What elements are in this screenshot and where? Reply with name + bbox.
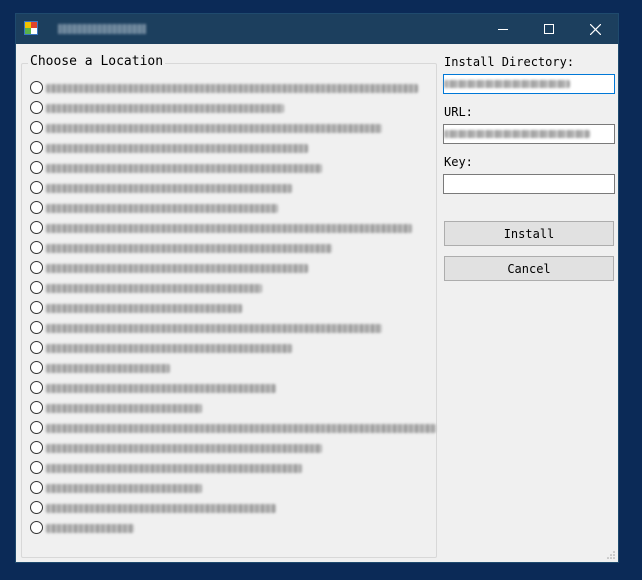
location-option-label (46, 504, 276, 513)
location-option-label (46, 344, 292, 353)
maximize-button[interactable] (526, 14, 572, 44)
location-option[interactable] (30, 318, 440, 338)
maximize-icon (544, 24, 554, 34)
install-button[interactable]: Install (444, 221, 614, 246)
radio-button-icon[interactable] (30, 141, 43, 154)
radio-button-icon[interactable] (30, 501, 43, 514)
location-option[interactable] (30, 338, 440, 358)
location-option-label (46, 124, 382, 133)
radio-button-icon[interactable] (30, 381, 43, 394)
radio-button-icon[interactable] (30, 121, 43, 134)
location-option-label (46, 244, 332, 253)
location-option[interactable] (30, 258, 440, 278)
location-option[interactable] (30, 418, 440, 438)
location-option-label (46, 224, 412, 233)
key-field[interactable] (443, 174, 615, 194)
radio-button-icon[interactable] (30, 221, 43, 234)
location-option[interactable] (30, 498, 440, 518)
key-label: Key: (444, 155, 473, 169)
radio-button-icon[interactable] (30, 481, 43, 494)
location-option[interactable] (30, 158, 440, 178)
radio-button-icon[interactable] (30, 361, 43, 374)
radio-button-icon[interactable] (30, 421, 43, 434)
location-option-label (46, 524, 134, 533)
location-option[interactable] (30, 198, 440, 218)
radio-button-icon[interactable] (30, 81, 43, 94)
location-option-label (46, 324, 382, 333)
location-option[interactable] (30, 218, 440, 238)
minimize-button[interactable] (480, 14, 526, 44)
location-option-label (46, 464, 302, 473)
location-option-label (46, 84, 418, 93)
resize-grip-icon[interactable] (607, 551, 615, 559)
location-option-label (46, 164, 322, 173)
radio-button-icon[interactable] (30, 241, 43, 254)
location-option[interactable] (30, 138, 440, 158)
location-option[interactable] (30, 238, 440, 258)
location-option[interactable] (30, 78, 440, 98)
location-option[interactable] (30, 378, 440, 398)
location-option[interactable] (30, 98, 440, 118)
location-option[interactable] (30, 118, 440, 138)
window-title (58, 24, 146, 34)
location-option-label (46, 204, 278, 213)
radio-button-icon[interactable] (30, 101, 43, 114)
url-value-redacted (444, 130, 590, 138)
radio-button-icon[interactable] (30, 461, 43, 474)
location-option-label (46, 104, 284, 113)
close-icon (589, 23, 601, 35)
location-option[interactable] (30, 478, 440, 498)
close-button[interactable] (572, 14, 618, 44)
radio-button-icon[interactable] (30, 281, 43, 294)
location-option[interactable] (30, 438, 440, 458)
installer-window: Choose a Location Install Directory: URL… (15, 13, 619, 563)
location-option[interactable] (30, 178, 440, 198)
install-directory-label: Install Directory: (444, 55, 575, 69)
location-option-label (46, 144, 308, 153)
location-option-label (46, 364, 170, 373)
location-option[interactable] (30, 518, 440, 538)
url-label: URL: (444, 105, 473, 119)
radio-button-icon[interactable] (30, 261, 43, 274)
app-icon (24, 21, 38, 35)
location-option-label (46, 424, 436, 433)
cancel-button[interactable]: Cancel (444, 256, 614, 281)
radio-button-icon[interactable] (30, 161, 43, 174)
location-option[interactable] (30, 398, 440, 418)
radio-button-icon[interactable] (30, 321, 43, 334)
location-option-label (46, 484, 202, 493)
location-option[interactable] (30, 278, 440, 298)
radio-button-icon[interactable] (30, 401, 43, 414)
location-option[interactable] (30, 298, 440, 318)
radio-button-icon[interactable] (30, 521, 43, 534)
radio-button-icon[interactable] (30, 301, 43, 314)
location-option-label (46, 384, 276, 393)
radio-button-icon[interactable] (30, 441, 43, 454)
location-option-label (46, 444, 322, 453)
location-option-label (46, 184, 292, 193)
location-option[interactable] (30, 358, 440, 378)
location-option-label (46, 404, 202, 413)
radio-button-icon[interactable] (30, 181, 43, 194)
radio-button-icon[interactable] (30, 201, 43, 214)
location-option[interactable] (30, 458, 440, 478)
title-bar[interactable] (16, 14, 618, 44)
location-option-label (46, 264, 308, 273)
radio-button-icon[interactable] (30, 341, 43, 354)
minimize-icon (498, 28, 508, 30)
location-option-label (46, 284, 262, 293)
group-legend: Choose a Location (28, 54, 166, 70)
install-directory-value-redacted (444, 80, 570, 88)
location-option-label (46, 304, 242, 313)
